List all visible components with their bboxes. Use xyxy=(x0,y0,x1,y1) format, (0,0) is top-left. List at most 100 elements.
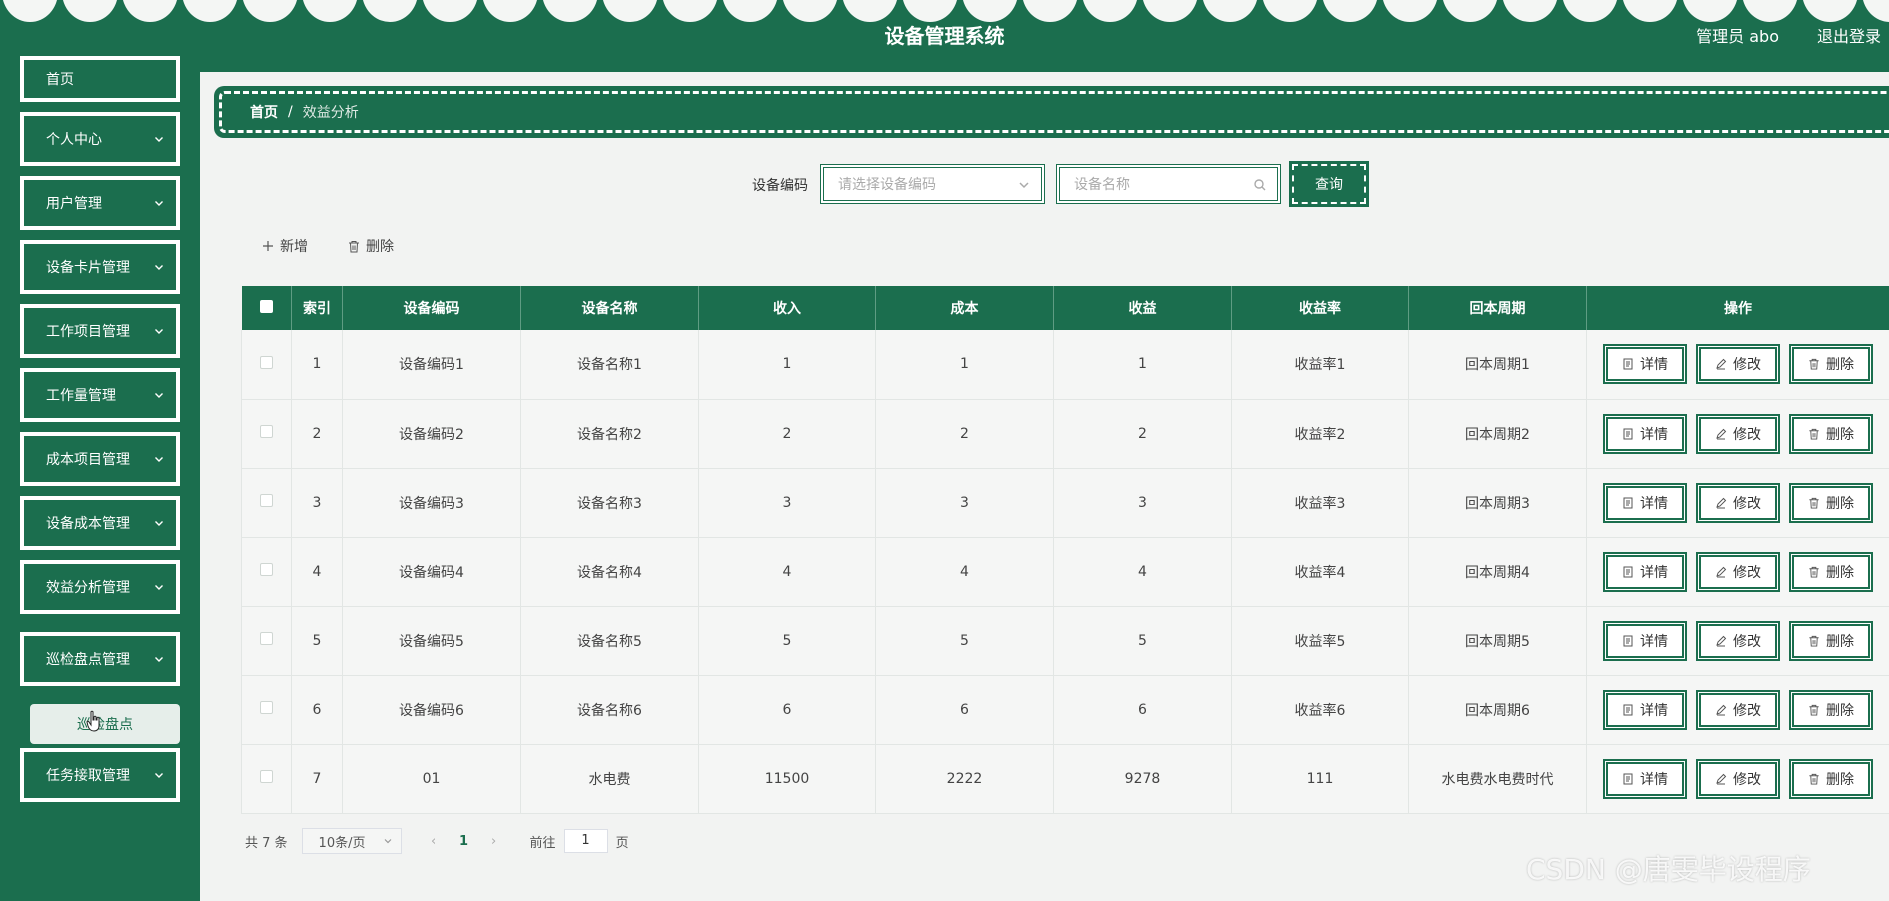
trash-icon xyxy=(349,240,359,252)
logout-link[interactable]: 退出登录 xyxy=(1817,23,1881,47)
page-size-select[interactable]: 10条/页 xyxy=(301,828,402,854)
sidebar-item[interactable]: 工作项目管理 xyxy=(20,304,180,358)
row-checkbox[interactable] xyxy=(241,744,292,814)
row-checkbox[interactable] xyxy=(241,468,292,538)
detail-button[interactable]: 详情 xyxy=(1603,689,1687,730)
delete-button[interactable]: 删除 xyxy=(1789,482,1873,523)
table-cell: 水电费水电费时代 xyxy=(1408,744,1587,814)
row-checkbox[interactable] xyxy=(241,330,292,400)
row-actions: 详情 修改 删除 xyxy=(1586,744,1889,814)
sidebar-item[interactable]: 工作量管理 xyxy=(20,368,180,422)
add-button[interactable]: 新增 xyxy=(262,236,308,256)
table-cell: 3 xyxy=(291,468,343,538)
edit-button[interactable]: 修改 xyxy=(1696,620,1780,661)
scallop-decoration xyxy=(362,0,418,22)
sidebar-item[interactable]: 用户管理 xyxy=(20,176,180,230)
row-actions: 详情 修改 删除 xyxy=(1586,468,1889,538)
sidebar-item-label: 个人中心 xyxy=(46,132,102,148)
detail-button[interactable]: 详情 xyxy=(1603,482,1687,523)
scallop-decoration xyxy=(1382,0,1438,22)
edit-button[interactable]: 修改 xyxy=(1696,551,1780,592)
edit-button[interactable]: 修改 xyxy=(1696,689,1780,730)
table-cell: 回本周期4 xyxy=(1408,537,1587,607)
delete-button[interactable]: 删除 xyxy=(1789,551,1873,592)
device-name-input[interactable]: 设备名称 xyxy=(1056,164,1281,204)
detail-button[interactable]: 详情 xyxy=(1603,413,1687,454)
sidebar-item[interactable]: 设备卡片管理 xyxy=(20,240,180,294)
detail-button[interactable]: 详情 xyxy=(1603,758,1687,799)
table-cell: 2 xyxy=(698,399,876,469)
watermark: CSDN @唐雯毕设程序 xyxy=(1526,853,1811,886)
detail-button-label: 详情 xyxy=(1640,495,1668,512)
goto-page-input[interactable]: 1 xyxy=(563,829,608,853)
table-cell: 收益率4 xyxy=(1231,537,1409,607)
sidebar-item[interactable]: 效益分析管理 xyxy=(20,560,180,614)
add-button-label: 新增 xyxy=(280,239,308,255)
scallop-decoration xyxy=(2,0,58,22)
pencil-icon xyxy=(1716,497,1727,508)
delete-button[interactable]: 删除 xyxy=(1789,620,1873,661)
row-checkbox[interactable] xyxy=(241,399,292,469)
breadcrumb-separator: / xyxy=(288,104,293,120)
table-cell: 收益率1 xyxy=(1231,330,1409,400)
scallop-decoration xyxy=(1022,0,1078,22)
sidebar-item[interactable]: 任务接取管理 xyxy=(20,748,180,802)
edit-button[interactable]: 修改 xyxy=(1696,482,1780,523)
row-checkbox[interactable] xyxy=(241,537,292,607)
table-cell: 3 xyxy=(698,468,876,538)
scallop-decoration xyxy=(722,0,778,22)
row-checkbox[interactable] xyxy=(241,675,292,745)
edit-button[interactable]: 修改 xyxy=(1696,413,1780,454)
query-button[interactable]: 查询 xyxy=(1289,161,1369,207)
table-cell: 设备名称6 xyxy=(520,675,699,745)
table-cell: 4 xyxy=(698,537,876,607)
pencil-icon xyxy=(1716,359,1727,370)
delete-button[interactable]: 删除 xyxy=(1789,344,1873,385)
current-user: 管理员 abo xyxy=(1696,27,1779,46)
table-cell: 5 xyxy=(1053,606,1232,676)
prev-page-button[interactable]: ‹ xyxy=(420,834,448,849)
table-cell: 设备编码5 xyxy=(342,606,521,676)
edit-button[interactable]: 修改 xyxy=(1696,344,1780,385)
next-page-button[interactable]: › xyxy=(480,834,508,849)
table-cell: 1 xyxy=(1053,330,1232,400)
sidebar-item[interactable]: 成本项目管理 xyxy=(20,432,180,486)
detail-button[interactable]: 详情 xyxy=(1603,620,1687,661)
edit-button[interactable]: 修改 xyxy=(1696,758,1780,799)
bulk-delete-button[interactable]: 删除 xyxy=(348,236,394,256)
sidebar-item-label: 工作项目管理 xyxy=(46,324,130,340)
row-checkbox[interactable] xyxy=(241,606,292,676)
delete-button[interactable]: 删除 xyxy=(1789,758,1873,799)
table-cell: 水电费 xyxy=(520,744,699,814)
column-header: 成本 xyxy=(875,286,1054,330)
table-cell: 1 xyxy=(698,330,876,400)
device-code-select[interactable]: 请选择设备编码 xyxy=(820,164,1045,204)
sidebar-item[interactable]: 设备成本管理 xyxy=(20,496,180,550)
sidebar-item[interactable]: 首页 xyxy=(20,56,180,102)
edit-button-label: 修改 xyxy=(1733,426,1761,443)
scallop-decoration xyxy=(842,0,898,22)
delete-button-label: 删除 xyxy=(1826,564,1854,581)
table-cell: 7 xyxy=(291,744,343,814)
delete-button[interactable]: 删除 xyxy=(1789,689,1873,730)
table-cell: 2222 xyxy=(875,744,1054,814)
trash-icon xyxy=(1809,566,1819,578)
sidebar-item[interactable]: 个人中心 xyxy=(20,112,180,166)
goto-prefix: 前往 xyxy=(529,835,556,851)
page-number[interactable]: 1 xyxy=(448,834,480,849)
table-row: 3 设备编码3 设备名称3 3 3 3 收益率3 回本周期3 详情 修改 删除 xyxy=(241,468,1889,538)
breadcrumb: 首页 / 效益分析 xyxy=(214,86,1889,138)
table-cell: 收益率6 xyxy=(1231,675,1409,745)
detail-button[interactable]: 详情 xyxy=(1603,551,1687,592)
submenu-item-inspection[interactable]: 巡检盘点 xyxy=(30,704,180,744)
detail-button[interactable]: 详情 xyxy=(1603,344,1687,385)
select-all-checkbox[interactable] xyxy=(241,286,292,330)
breadcrumb-home[interactable]: 首页 xyxy=(250,102,278,122)
sidebar-item-label: 效益分析管理 xyxy=(46,580,130,596)
delete-button-label: 删除 xyxy=(1826,357,1854,374)
delete-button-label: 删除 xyxy=(1826,495,1854,512)
scallop-decoration xyxy=(1742,0,1798,22)
sidebar-item[interactable]: 巡检盘点管理 xyxy=(20,632,180,686)
delete-button[interactable]: 删除 xyxy=(1789,413,1873,454)
chevron-down-icon xyxy=(154,518,164,528)
